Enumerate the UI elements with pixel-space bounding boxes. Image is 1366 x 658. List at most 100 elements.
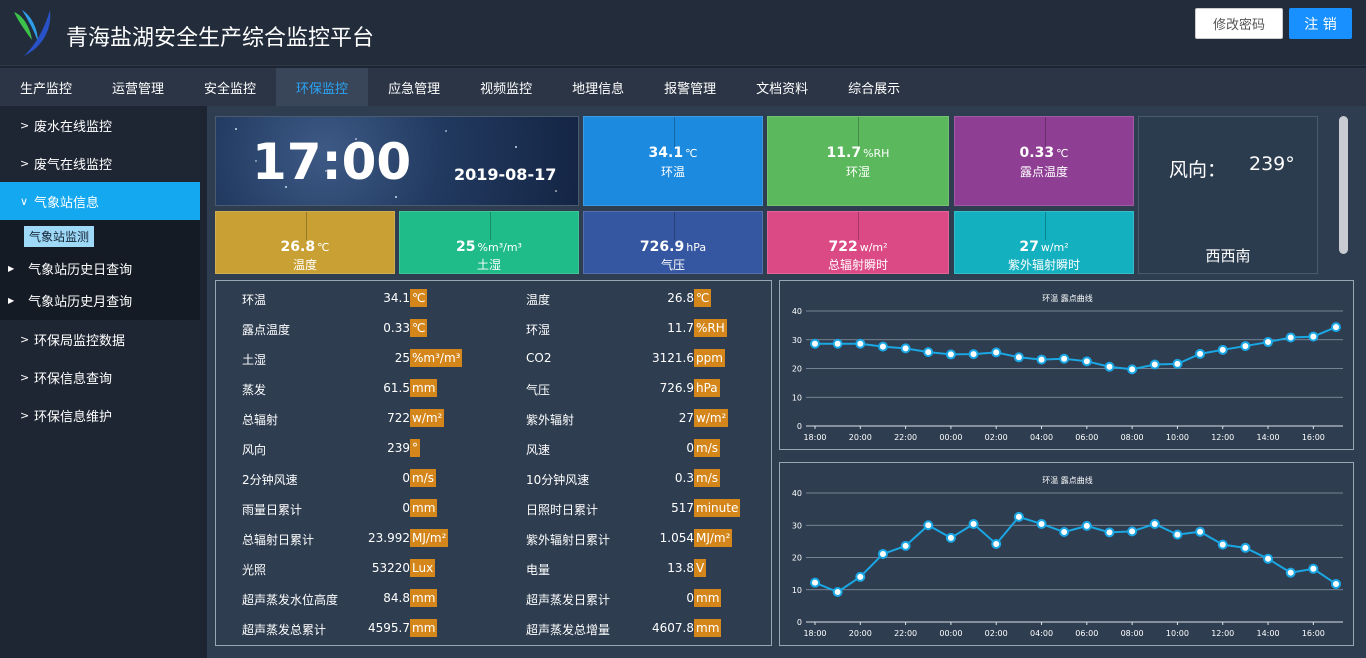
nav-tab-operations[interactable]: 运营管理	[92, 68, 184, 106]
sidebar-item-wastewater[interactable]: > 废水在线监控	[0, 106, 200, 144]
data-point	[810, 338, 820, 349]
data-point	[1149, 359, 1160, 370]
sidebar-item-env-query[interactable]: > 环保信息查询	[0, 358, 200, 396]
tile-unit: %m³/m³	[477, 241, 522, 254]
metric-value: 23.992	[368, 531, 410, 545]
x-tick-label: 16:00	[1302, 629, 1325, 638]
chart-panel-1: 环温 露点曲线 0 10 20 30 40 18:00 20:00 22:00 00:00 02:0…	[779, 280, 1354, 450]
data-point	[1263, 553, 1274, 564]
tile-unit: %RH	[863, 147, 890, 160]
nav-tab-production[interactable]: 生产监控	[0, 68, 92, 106]
data-point	[1081, 520, 1092, 531]
wind-direction-panel: 风向： 239° 西西南	[1138, 116, 1318, 274]
x-tick-label: 14:00	[1257, 433, 1280, 442]
triangle-right-icon: ▶	[8, 263, 15, 273]
metric-unit-badge: ℃	[410, 289, 428, 307]
wind-degree: 239°	[1249, 153, 1295, 175]
metric-unit-badge: MJ/m²	[410, 529, 449, 547]
nav-tab-documents[interactable]: 文档资料	[736, 68, 828, 106]
data-point	[1217, 344, 1228, 355]
metric-name: 温度	[526, 293, 551, 307]
line-chart: 环温 露点曲线 0 10 20 30 40 18:00 20:00 22:00 00:00 02:0…	[792, 293, 1343, 442]
table-row: 超声蒸发总累计 4595.7 mm 超声蒸发总增量 4607.8 mm	[216, 613, 771, 643]
nav-tab-emergency[interactable]: 应急管理	[368, 68, 460, 106]
x-tick-label: 20:00	[849, 629, 872, 638]
y-tick-label: 10	[792, 393, 802, 402]
data-point	[1059, 353, 1070, 364]
tile-label: 露点温度	[1019, 165, 1068, 179]
nav-tab-alarms[interactable]: 报警管理	[644, 68, 736, 106]
metric-unit-badge: m/s	[410, 469, 436, 487]
tile-label: 紫外辐射瞬时	[1007, 258, 1080, 272]
metric-unit-badge: mm	[410, 589, 438, 607]
tile-ambient-humidity: 11.7 %RH 环湿	[767, 116, 949, 206]
metric-name: 超声蒸发总增量	[526, 623, 611, 637]
data-point	[945, 532, 956, 543]
chevron-right-icon: >	[20, 370, 30, 384]
sidebar-item-label: 环保信息查询	[34, 371, 113, 387]
data-point	[855, 571, 866, 582]
sidebar-sub-item-daily-history[interactable]: ▶ 气象站历史日查询	[0, 252, 200, 284]
x-tick-label: 18:00	[803, 629, 826, 638]
logout-button[interactable]: 注 销	[1289, 8, 1352, 39]
tile-label: 环温	[660, 165, 685, 179]
sidebar-item-weather-station[interactable]: ∨ 气象站信息	[0, 182, 200, 220]
metric-unit-badge: hPa	[694, 379, 720, 397]
table-row: 蒸发 61.5 mm 气压 726.9 hPa	[216, 373, 771, 403]
x-tick-label: 16:00	[1302, 433, 1325, 442]
table-row: 土湿 25 %m³/m³ CO2 3121.6 ppm	[216, 343, 771, 373]
change-password-button[interactable]: 修改密码	[1195, 8, 1283, 39]
data-point	[923, 520, 934, 531]
sidebar-item-exhaust[interactable]: > 废气在线监控	[0, 144, 200, 182]
tile-uv-radiation: 27 w/m² 紫外辐射瞬时	[954, 211, 1134, 274]
table-row: 总辐射日累计 23.992 MJ/m² 紫外辐射日累计 1.054 MJ/m²	[216, 523, 771, 553]
data-point	[877, 548, 888, 559]
tile-value: 27	[1019, 239, 1039, 255]
metric-unit-badge: mm	[694, 619, 722, 637]
data-point	[1195, 348, 1206, 359]
metric-name: 超声蒸发日累计	[526, 593, 611, 607]
sidebar-item-bureau-data[interactable]: > 环保局监控数据	[0, 320, 200, 358]
metric-value: 722	[387, 411, 410, 425]
nav-tab-video[interactable]: 视频监控	[460, 68, 552, 106]
metric-value: 0	[402, 471, 410, 485]
sidebar-sub-item-monitoring[interactable]: 气象站监测	[24, 226, 95, 247]
chevron-right-icon: >	[20, 408, 30, 422]
metric-value: 11.7	[667, 321, 694, 335]
metric-value: 0.33	[383, 321, 410, 335]
data-point	[1104, 361, 1115, 372]
sidebar-sub-item-monthly-history[interactable]: ▶ 气象站历史月查询	[0, 284, 200, 316]
x-tick-label: 12:00	[1211, 433, 1234, 442]
sidebar-item-label: 环保信息维护	[34, 409, 113, 425]
nav-tab-safety[interactable]: 安全监控	[184, 68, 276, 106]
metric-value: 726.9	[659, 381, 694, 395]
metric-value: 3121.6	[652, 351, 694, 365]
metric-unit-badge: minute	[694, 499, 741, 517]
metric-value: 26.8	[667, 291, 694, 305]
metric-value: 4595.7	[368, 621, 410, 635]
clock-date: 2019-08-17	[454, 165, 557, 184]
metric-unit-badge: °	[410, 439, 420, 457]
y-tick-label: 10	[792, 586, 802, 595]
metric-unit-badge: mm	[694, 589, 722, 607]
x-tick-label: 22:00	[894, 629, 917, 638]
wind-direction-text: 西西南	[1205, 247, 1251, 265]
data-point	[1127, 526, 1138, 537]
nav-tab-environment[interactable]: 环保监控	[276, 68, 369, 106]
x-tick-label: 22:00	[894, 433, 917, 442]
table-row: 超声蒸发水位高度 84.8 mm 超声蒸发日累计 0 mm	[216, 583, 771, 613]
tile-air-pressure: 726.9 hPa 气压	[583, 211, 763, 274]
metric-value: 84.8	[383, 591, 410, 605]
scrollbar-thumb[interactable]	[1339, 116, 1348, 254]
y-tick-label: 30	[792, 336, 802, 345]
data-point	[923, 347, 934, 358]
x-tick-label: 14:00	[1257, 629, 1280, 638]
table-row: 风向 239 ° 风速 0 m/s	[216, 433, 771, 463]
series-line	[815, 326, 1337, 371]
nav-tab-gis[interactable]: 地理信息	[552, 68, 644, 106]
metric-name: 电量	[526, 563, 551, 577]
table-row: 露点温度 0.33 ℃ 环湿 11.7 %RH	[216, 313, 771, 343]
data-point	[832, 587, 843, 598]
nav-tab-overview[interactable]: 综合展示	[828, 68, 920, 106]
sidebar-item-env-maintenance[interactable]: > 环保信息维护	[0, 396, 200, 434]
